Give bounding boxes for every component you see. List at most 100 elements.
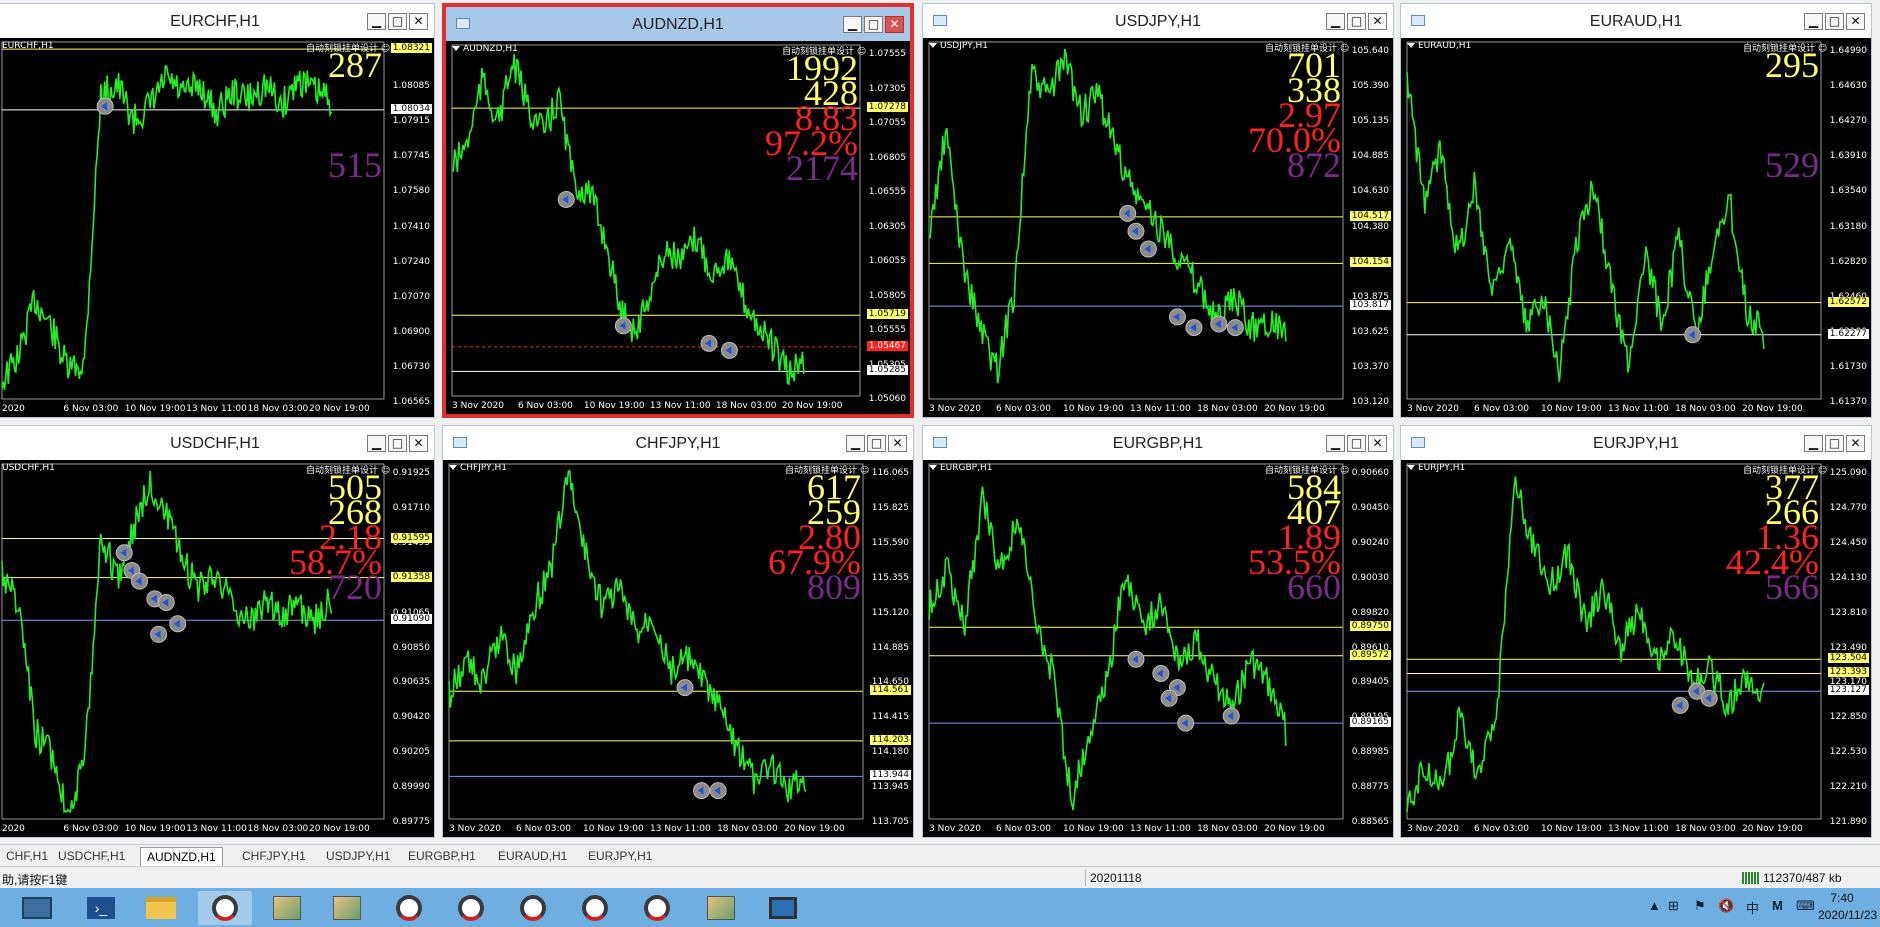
indicator-value: 720: [328, 567, 382, 607]
close-button[interactable]: ✕: [1846, 13, 1865, 30]
chart-canvas[interactable]: AUDNZD,H1 自动刻锁挂单设计 ☺ 1992 428 8.83 97.2% 2174 1…: [446, 41, 910, 414]
time-axis-label: 20 Nov 19:00: [309, 404, 370, 414]
time-axis-label: 20 Nov 19:00: [1742, 824, 1803, 834]
price-tick-label: 0.90450: [1351, 502, 1389, 513]
price-tick-label: 1.07555: [868, 49, 906, 59]
chart-canvas[interactable]: EURJPY,H1 自动刻锁挂单设计 ☺ 377 266 1.36 42.4% 566 125…: [1401, 460, 1871, 837]
tray-ime-mode[interactable]: M: [1772, 898, 1783, 913]
dropdown-triangle-icon[interactable]: [929, 465, 937, 470]
window-titlebar[interactable]: USDJPY,H1 ▁ □ ✕: [923, 4, 1393, 38]
taskbar-app-button[interactable]: [756, 891, 810, 925]
window-titlebar[interactable]: EURCHF,H1 ▁ □ ✕: [0, 4, 434, 38]
tray-keyboard-icon[interactable]: ⌨: [1796, 898, 1815, 914]
dropdown-triangle-icon[interactable]: [1407, 43, 1415, 48]
taskbar-app-button[interactable]: [506, 891, 560, 925]
window-titlebar[interactable]: EURJPY,H1 ▁ □ ✕: [1401, 426, 1871, 460]
maximize-button[interactable]: □: [1347, 435, 1366, 452]
minimize-button[interactable]: ▁: [1326, 13, 1345, 30]
price-tick-label: 123.810: [1829, 607, 1867, 618]
maximize-button[interactable]: □: [864, 16, 883, 33]
minimize-button[interactable]: ▁: [846, 435, 865, 452]
minimize-button[interactable]: ▁: [367, 13, 386, 30]
minimize-button[interactable]: ▁: [367, 435, 386, 452]
chart-symbol-text: EURAUD,H1: [1418, 41, 1472, 51]
chart-window[interactable]: USDCHF,H1 ▁ □ ✕ USDCHF,H1 自动刻锁挂单设计 ☺ 505 268 2.1…: [0, 425, 435, 838]
indicator-value: 566: [1765, 567, 1819, 607]
dropdown-triangle-icon[interactable]: [449, 465, 457, 470]
taskbar-explorer[interactable]: [134, 891, 188, 925]
taskbar-app-button[interactable]: [198, 891, 252, 925]
chart-window[interactable]: CHFJPY,H1 ▁ □ ✕ CHFJPY,H1 自动刻锁挂单设计 ☺ 617 259 2.8…: [442, 425, 914, 838]
close-button[interactable]: ✕: [885, 16, 904, 33]
minimize-button[interactable]: ▁: [1326, 435, 1345, 452]
taskbar-app-button[interactable]: [382, 891, 436, 925]
maximize-button[interactable]: □: [1825, 435, 1844, 452]
maximize-button[interactable]: □: [388, 13, 407, 30]
dropdown-triangle-icon[interactable]: [1407, 465, 1415, 470]
chart-symbol-label: USDJPY,H1: [929, 41, 988, 51]
minimize-button[interactable]: ▁: [1804, 435, 1823, 452]
minimize-button[interactable]: ▁: [843, 16, 862, 33]
taskbar-app-button[interactable]: [568, 891, 622, 925]
window-titlebar[interactable]: EURAUD,H1 ▁ □ ✕: [1401, 4, 1871, 38]
close-button[interactable]: ✕: [1368, 13, 1387, 30]
close-button[interactable]: ✕: [409, 435, 428, 452]
window-titlebar[interactable]: EURGBP,H1 ▁ □ ✕: [923, 426, 1393, 460]
tray-flag-icon[interactable]: ⚑: [1694, 898, 1706, 914]
close-button[interactable]: ✕: [409, 13, 428, 30]
taskbar-app-button[interactable]: [260, 891, 314, 925]
maximize-button[interactable]: □: [867, 435, 886, 452]
chart-canvas[interactable]: CHFJPY,H1 自动刻锁挂单设计 ☺ 617 259 2.80 67.9% 809 116…: [443, 460, 913, 837]
chart-window[interactable]: EURGBP,H1 ▁ □ ✕ EURGBP,H1 自动刻锁挂单设计 ☺ 584 407 1.8…: [922, 425, 1394, 838]
chart-tab[interactable]: EURAUD,H1: [492, 847, 573, 866]
window-titlebar[interactable]: USDCHF,H1 ▁ □ ✕: [0, 426, 434, 460]
chart-canvas[interactable]: USDCHF,H1 自动刻锁挂单设计 ☺ 505 268 2.18 58.7% 720 0.9…: [0, 460, 434, 837]
chart-window[interactable]: EURAUD,H1 ▁ □ ✕ EURAUD,H1 自动刻锁挂单设计 ☺ 295 529 1.6…: [1400, 3, 1872, 418]
chart-window[interactable]: EURCHF,H1 ▁ □ ✕ EURCHF,H1 自动刻锁挂单设计 ☺ 287 515 1.0…: [0, 3, 435, 418]
chart-tab[interactable]: AUDNZD,H1: [140, 847, 223, 866]
chart-canvas[interactable]: EURCHF,H1自动刻锁挂单设计 ☺2875151.082551.080851…: [0, 38, 434, 417]
time-axis-label: 6 Nov 03:00: [996, 824, 1051, 834]
price-tick-label: 124.450: [1829, 537, 1867, 548]
close-button[interactable]: ✕: [888, 435, 907, 452]
tray-ime[interactable]: 中: [1746, 898, 1759, 917]
taskbar-app-button[interactable]: [630, 891, 684, 925]
close-button[interactable]: ✕: [1368, 435, 1387, 452]
clock-date[interactable]: 2020/11/23: [1818, 908, 1877, 922]
price-tag: 1.62572: [1827, 296, 1869, 307]
close-button[interactable]: ✕: [1846, 435, 1865, 452]
chart-tab[interactable]: CHF,H1: [0, 847, 54, 866]
price-axis: 105.640 105.390 105.135 104.885 104.630 104.3…: [1349, 38, 1393, 417]
chart-canvas[interactable]: EURGBP,H1 自动刻锁挂单设计 ☺ 584 407 1.89 53.5% 660 0.9…: [923, 460, 1393, 837]
dropdown-triangle-icon[interactable]: [452, 46, 460, 51]
taskbar-powershell[interactable]: ›_: [74, 891, 128, 925]
chart-canvas[interactable]: USDJPY,H1 自动刻锁挂单设计 ☺ 701 338 2.97 70.0% 872 105…: [923, 38, 1393, 417]
maximize-button[interactable]: □: [388, 435, 407, 452]
chart-window[interactable]: EURJPY,H1 ▁ □ ✕ EURJPY,H1 自动刻锁挂单设计 ☺ 377 266 1.3…: [1400, 425, 1872, 838]
chart-window[interactable]: USDJPY,H1 ▁ □ ✕ USDJPY,H1 自动刻锁挂单设计 ☺ 701 338 2.9…: [922, 3, 1394, 418]
window-titlebar[interactable]: CHFJPY,H1 ▁ □ ✕: [443, 426, 913, 460]
taskbar-app-button[interactable]: [320, 891, 374, 925]
chart-tab[interactable]: USDCHF,H1: [52, 847, 131, 866]
maximize-button[interactable]: □: [1347, 13, 1366, 30]
time-axis-label: 20 Nov 19:00: [1742, 404, 1803, 414]
price-tick-label: 0.90850: [392, 642, 430, 653]
window-titlebar[interactable]: AUDNZD,H1 ▁ □ ✕: [446, 7, 910, 41]
tray-network-icon[interactable]: ⊞: [1668, 898, 1679, 914]
tray-volume-icon[interactable]: 🔇: [1718, 898, 1734, 914]
chart-tab[interactable]: EURJPY,H1: [582, 847, 658, 866]
chart-tab[interactable]: CHFJPY,H1: [236, 847, 312, 866]
dropdown-triangle-icon[interactable]: [929, 43, 937, 48]
chart-canvas[interactable]: EURAUD,H1 自动刻锁挂单设计 ☺ 295 529 1.64990 1.64630 1…: [1401, 38, 1871, 417]
chart-tab[interactable]: EURGBP,H1: [402, 847, 482, 866]
chart-tab[interactable]: USDJPY,H1: [320, 847, 396, 866]
maximize-button[interactable]: □: [1825, 13, 1844, 30]
taskbar-app-button[interactable]: [694, 891, 748, 925]
clock-time[interactable]: 7:40: [1820, 891, 1864, 905]
start-button[interactable]: [14, 891, 60, 925]
tray-arrow-icon[interactable]: ▲: [1648, 898, 1661, 913]
minimize-button[interactable]: ▁: [1804, 13, 1823, 30]
chart-symbol-text: AUDNZD,H1: [463, 44, 518, 54]
chart-window[interactable]: AUDNZD,H1 ▁ □ ✕ AUDNZD,H1 自动刻锁挂单设计 ☺ 1992 428 8.…: [442, 3, 914, 418]
taskbar-app-button[interactable]: [444, 891, 498, 925]
